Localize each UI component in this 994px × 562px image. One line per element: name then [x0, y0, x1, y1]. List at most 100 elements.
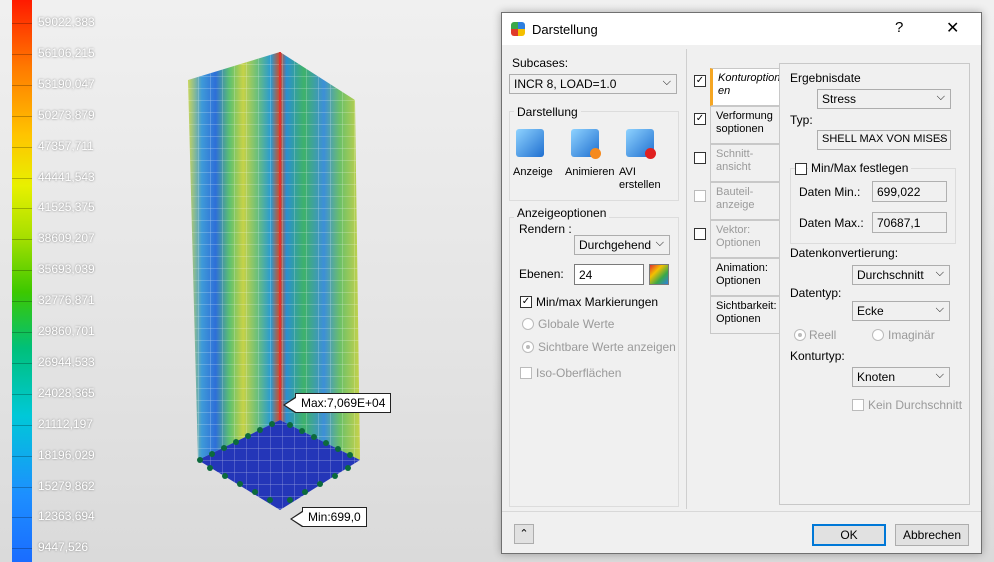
dialog-title: Darstellung — [532, 22, 598, 37]
legend-value-label: 15279,862 — [38, 478, 95, 493]
tab-sichtbarkeitsoptionen[interactable]: Sichtbarkeit: Optionen — [710, 296, 780, 334]
typ-value: SHELL MAX VON MISES — [822, 133, 948, 145]
konturtyp-label: Konturtyp: — [790, 349, 845, 363]
legend-value-label: 56106,215 — [38, 45, 95, 60]
min-marker-label: Min:699,0 — [290, 507, 367, 527]
darstellung-dialog: Darstellung ? ✕ Subcases: INCR 8, LOAD=1… — [501, 12, 982, 554]
minmax-festlegen-label: Min/Max festlegen — [808, 161, 912, 175]
legend-value-label: 38609,207 — [38, 231, 95, 246]
typ-select[interactable]: SHELL MAX VON MISES ⌵ — [817, 130, 951, 150]
fea-model-plot[interactable] — [150, 40, 470, 540]
kein-durchschnitt-label: Kein Durchschnitt — [868, 398, 963, 412]
avi-record-icon[interactable] — [626, 129, 656, 159]
daten-min-label: Daten Min.: — [799, 185, 861, 199]
legend-tick — [12, 177, 32, 179]
close-button[interactable]: ✕ — [946, 18, 959, 38]
chevron-down-icon: ⌵ — [935, 267, 944, 279]
legend-tick — [12, 23, 32, 24]
legend-value-label: 41525,375 — [38, 200, 95, 215]
darstellung-group-title: Darstellung — [514, 105, 581, 119]
tab-vektoroptionen[interactable]: Vektor: Optionen — [710, 220, 780, 258]
anzeigeoptionen-title: Anzeigeoptionen — [514, 206, 610, 220]
legend-tick — [12, 270, 32, 272]
tab-bauteilanzeige-checkbox[interactable] — [694, 190, 706, 202]
legend-tick — [12, 332, 32, 333]
datenkonvertierung-value: Durchschnitt — [857, 268, 924, 282]
help-button[interactable]: ? — [895, 19, 903, 36]
legend-tick — [12, 393, 32, 395]
color-palette-icon[interactable] — [649, 264, 669, 285]
minmax-markers-checkbox[interactable]: ✓ — [520, 296, 532, 308]
datentyp-value: Ecke — [857, 304, 884, 318]
ergebnisdaten-label: Ergebnisdate — [790, 71, 861, 85]
legend-value-label: 21112,197 — [38, 416, 93, 431]
reell-label: Reell — [809, 328, 837, 342]
legend-tick — [12, 362, 32, 364]
legend-value-label: 29860,701 — [38, 324, 95, 338]
legend-tick — [12, 301, 32, 303]
imaginaer-label: Imaginär — [888, 328, 935, 342]
konturtyp-select[interactable]: Knoten ⌵ — [852, 367, 950, 387]
tab-verformungsoptionen[interactable]: Verformung soptionen — [710, 106, 780, 144]
datentyp-label: Datentyp: — [790, 286, 842, 300]
datenkonvertierung-select[interactable]: Durchschnitt ⌵ — [852, 265, 950, 285]
tab-schnittansicht-checkbox[interactable] — [694, 152, 706, 164]
legend-value-label: 44441,543 — [38, 169, 95, 184]
chevron-down-icon: ⌵ — [936, 132, 945, 144]
ebenen-input[interactable] — [574, 264, 644, 285]
sichtbare-werte-radio[interactable] — [522, 341, 534, 353]
tab-konturoptionen[interactable]: Konturoption en — [710, 68, 780, 106]
chevron-down-icon: ⌵ — [935, 369, 944, 381]
rendern-select[interactable]: Durchgehend ⌵ — [574, 235, 670, 255]
tool-avi-label: AVI erstellen — [619, 166, 661, 191]
legend-tick — [12, 486, 32, 488]
imaginaer-radio[interactable] — [872, 329, 884, 341]
subcases-value: INCR 8, LOAD=1.0 — [514, 77, 617, 91]
legend-tick — [12, 548, 32, 550]
tab-verformung-checkbox[interactable]: ✓ — [694, 113, 706, 125]
legend-tick — [12, 53, 32, 55]
legend-tick — [12, 208, 32, 210]
tab-animationsoptionen[interactable]: Animation: Optionen — [710, 258, 780, 296]
legend-tick — [12, 424, 32, 426]
minmax-markers-label: Min/max Markierungen — [536, 295, 659, 309]
subcases-select[interactable]: INCR 8, LOAD=1.0 ⌵ — [509, 74, 677, 94]
app-icon — [511, 22, 525, 36]
legend-value-label: 59022,383 — [38, 15, 95, 29]
footer-divider — [502, 511, 981, 512]
legend-value-label: 47357,711 — [38, 138, 94, 153]
animate-icon[interactable] — [571, 129, 601, 159]
ergebnisdaten-value: Stress — [822, 92, 857, 106]
konturtyp-value: Knoten — [857, 370, 896, 384]
daten-min-input[interactable] — [872, 181, 947, 202]
tab-konturoptionen-checkbox[interactable]: ✓ — [694, 75, 706, 87]
tool-anzeige-label: Anzeige — [513, 166, 553, 178]
kein-durchschnitt-checkbox[interactable] — [852, 399, 864, 411]
ergebnisdaten-select[interactable]: Stress ⌵ — [817, 89, 951, 109]
minmax-festlegen-checkbox[interactable] — [795, 163, 807, 175]
legend-value-label: 24028,365 — [38, 385, 95, 400]
max-marker-label: Max:7,069E+04 — [282, 393, 392, 413]
tab-schnittansicht[interactable]: Schnitt- ansicht — [710, 144, 780, 182]
daten-max-input[interactable] — [872, 212, 947, 233]
double-chevron-up-icon[interactable]: ⌃ — [514, 524, 534, 544]
globale-werte-radio[interactable] — [522, 318, 534, 330]
legend-value-label: 32776,871 — [38, 293, 95, 308]
legend-tick — [12, 146, 32, 148]
datenkonvertierung-label: Datenkonvertierung: — [790, 246, 899, 260]
anzeigeoptionen-group — [509, 217, 679, 507]
ok-button[interactable]: OK — [812, 524, 886, 546]
sichtbare-werte-label: Sichtbare Werte anzeigen — [538, 340, 676, 354]
cancel-button[interactable]: Abbrechen — [895, 524, 969, 546]
legend-value-label: 35693,039 — [38, 262, 95, 277]
legend-value-label: 26944,533 — [38, 354, 95, 369]
datentyp-select[interactable]: Ecke ⌵ — [852, 301, 950, 321]
display-icon[interactable] — [516, 129, 544, 157]
daten-max-label: Daten Max.: — [799, 216, 864, 230]
legend-value-label: 50273,879 — [38, 107, 95, 122]
reell-radio[interactable] — [794, 329, 806, 341]
tab-vektor-checkbox[interactable] — [694, 228, 706, 240]
legend-value-label: 12363,694 — [38, 509, 95, 524]
tab-bauteilanzeige[interactable]: Bauteil- anzeige — [710, 182, 780, 220]
iso-surfaces-checkbox[interactable] — [520, 367, 532, 379]
